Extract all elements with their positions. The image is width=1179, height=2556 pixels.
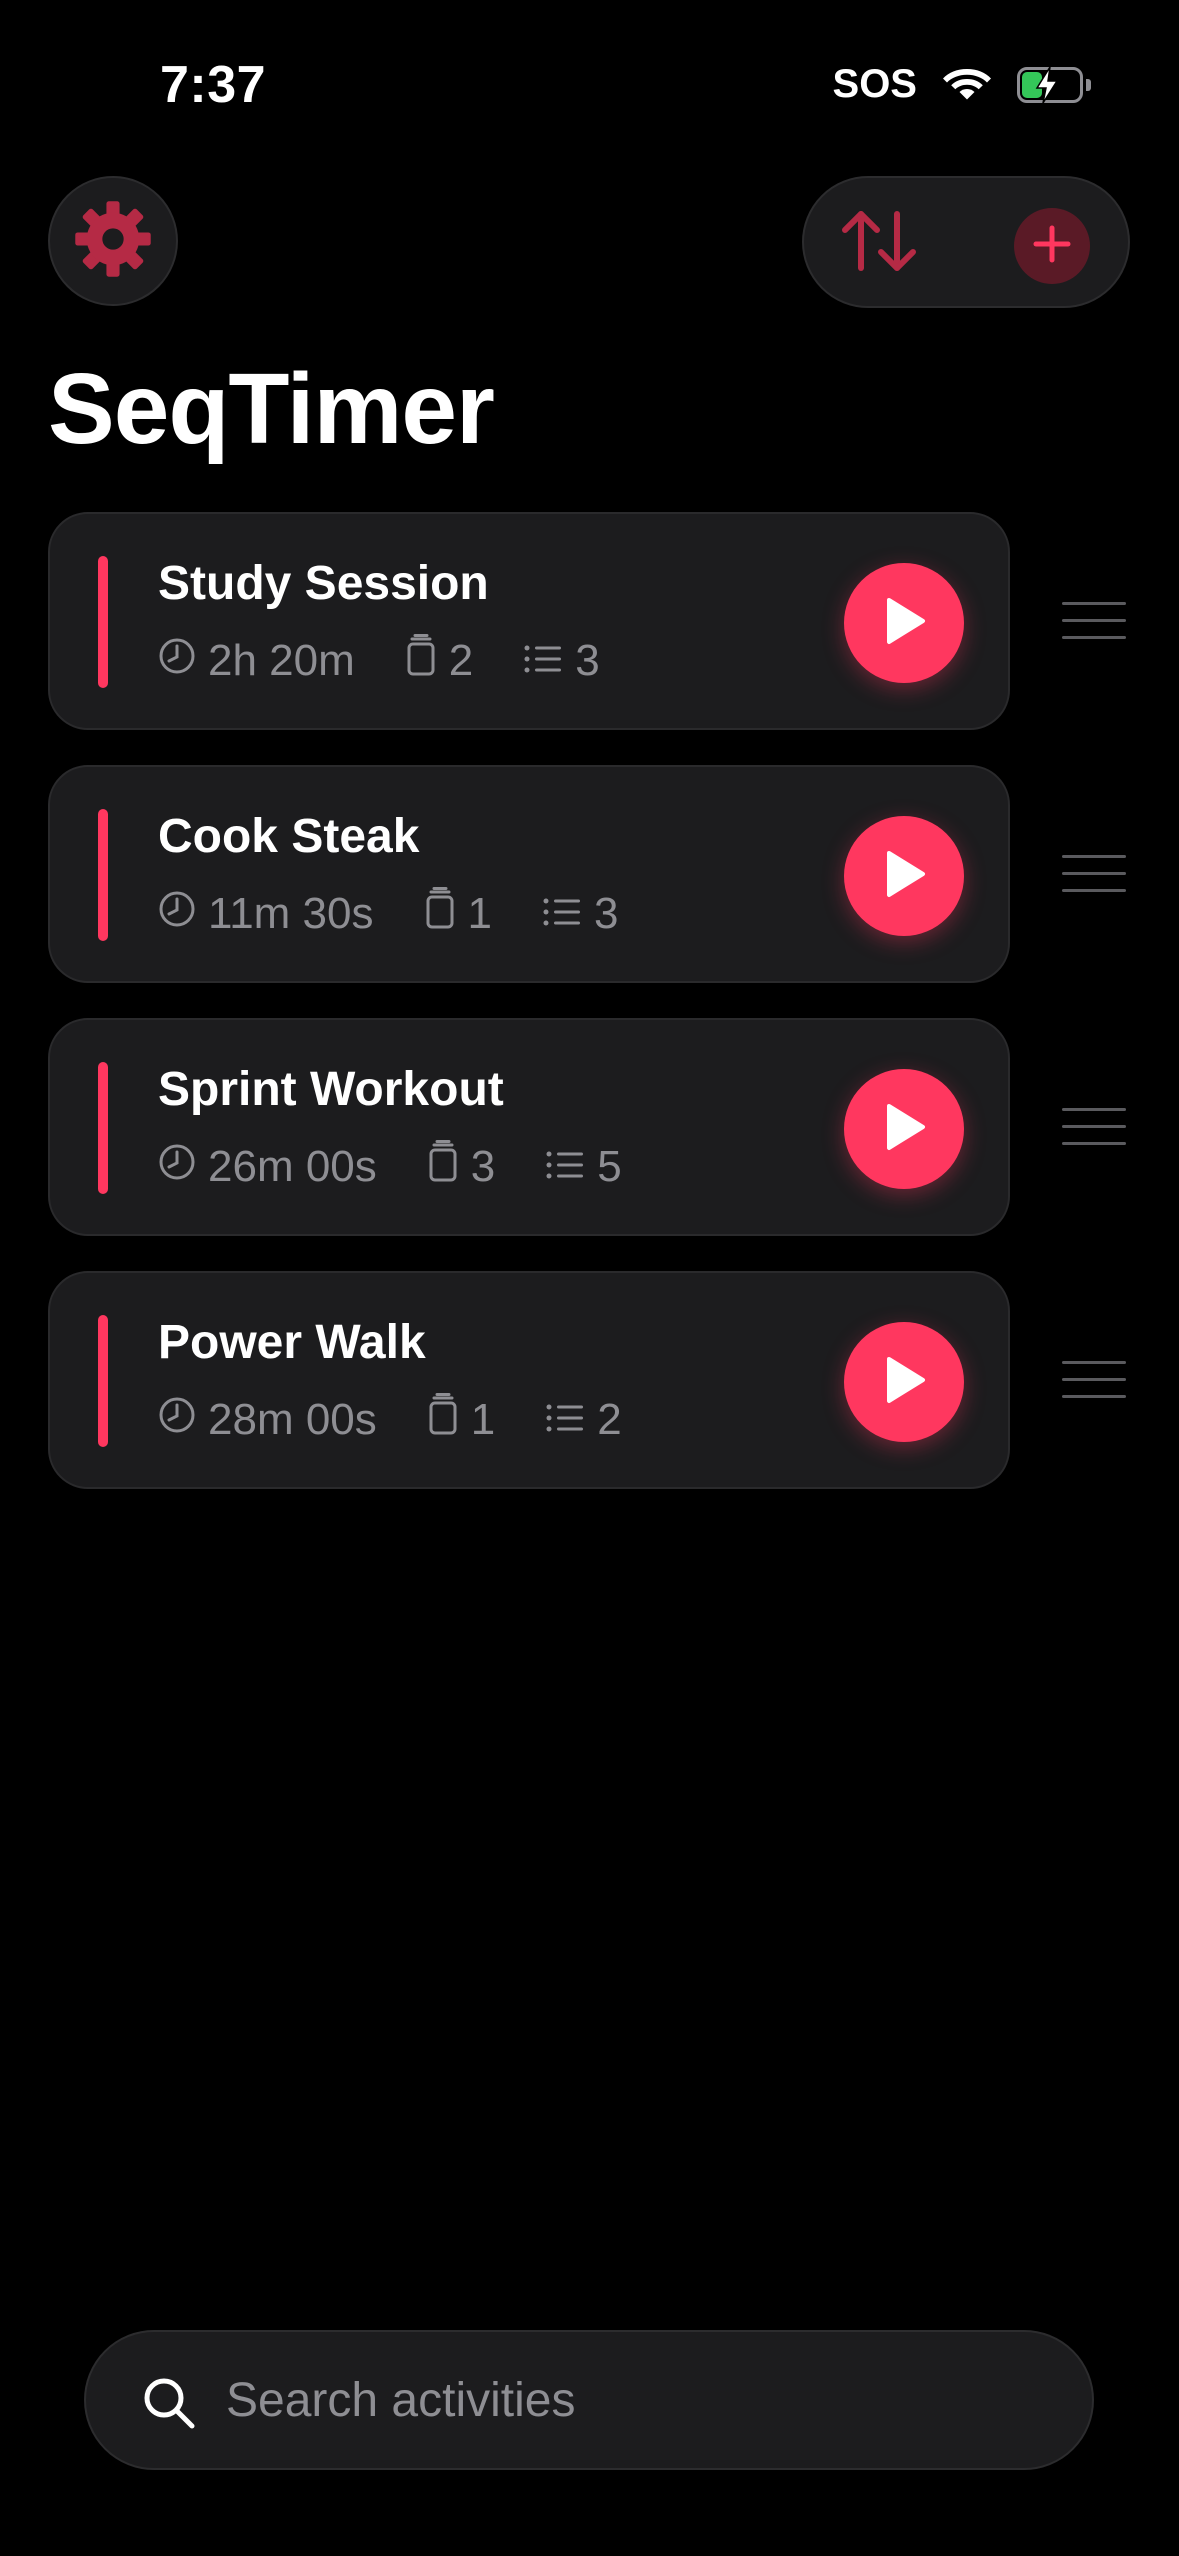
duration-info: 26m 00s (158, 1142, 377, 1192)
play-button[interactable] (844, 816, 964, 936)
settings-button[interactable] (48, 176, 178, 306)
drag-handle-icon[interactable] (1062, 602, 1126, 640)
timer-group-icon (424, 887, 456, 940)
activity-meta: 28m 00s 1 2 (158, 1393, 622, 1446)
wifi-icon (941, 63, 993, 106)
clock-icon (158, 1395, 196, 1445)
timer-group-icon (427, 1140, 459, 1193)
duration-info: 2h 20m (158, 636, 355, 686)
groups-count: 1 (467, 888, 492, 938)
steps-info: 3 (523, 635, 600, 686)
activity-accent-bar (98, 809, 108, 941)
steps-count: 3 (575, 635, 600, 685)
toolbar-pill (802, 176, 1130, 308)
play-button[interactable] (844, 563, 964, 683)
activity-meta: 11m 30s 1 3 (158, 887, 618, 940)
battery-icon (1017, 66, 1091, 103)
steps-info: 3 (542, 889, 618, 939)
duration-info: 28m 00s (158, 1395, 377, 1445)
groups-info: 1 (424, 887, 492, 940)
duration-value: 28m 00s (208, 1394, 377, 1444)
drag-handle-icon[interactable] (1062, 1108, 1126, 1146)
list-icon (523, 636, 563, 686)
play-button[interactable] (844, 1069, 964, 1189)
activity-title: Study Session (158, 557, 489, 610)
activity-title: Sprint Workout (158, 1063, 504, 1116)
status-bar: 7:37 SOS (0, 0, 1179, 170)
add-activity-button[interactable] (1014, 208, 1090, 284)
list-icon (545, 1395, 585, 1445)
search-bar[interactable] (84, 2330, 1094, 2470)
play-icon (881, 849, 927, 904)
duration-value: 26m 00s (208, 1141, 377, 1191)
activity-accent-bar (98, 1315, 108, 1447)
activity-card[interactable]: Power Walk 28m 00s 1 2 (48, 1271, 1010, 1489)
groups-count: 3 (470, 1141, 496, 1191)
list-item: Study Session 2h 20m 2 3 (48, 512, 1179, 730)
groups-count: 2 (448, 635, 474, 685)
steps-info: 5 (545, 1141, 622, 1192)
gear-icon (72, 198, 154, 285)
drag-handle-icon[interactable] (1062, 855, 1126, 893)
groups-info: 2 (405, 634, 473, 687)
steps-count: 5 (597, 1141, 622, 1191)
activity-title: Cook Steak (158, 810, 420, 863)
page-title: SeqTimer (48, 353, 495, 465)
clock-icon (158, 1142, 196, 1192)
activity-accent-bar (98, 1062, 108, 1194)
activity-title: Power Walk (158, 1316, 426, 1369)
play-icon (881, 1355, 927, 1410)
activity-card[interactable]: Sprint Workout 26m 00s 3 5 (48, 1018, 1010, 1236)
list-item: Sprint Workout 26m 00s 3 5 (48, 1018, 1179, 1236)
groups-info: 3 (427, 1140, 495, 1193)
magnifier-icon (142, 2376, 196, 2435)
steps-count: 3 (593, 888, 619, 938)
clock-icon (158, 636, 196, 686)
clock-icon (158, 889, 196, 939)
activity-card[interactable]: Cook Steak 11m 30s 1 3 (48, 765, 1010, 983)
timer-group-icon (427, 1393, 459, 1446)
sort-button[interactable] (834, 198, 924, 288)
groups-info: 1 (427, 1393, 495, 1446)
charging-bolt-icon (1035, 66, 1059, 103)
timer-group-icon (405, 634, 437, 687)
steps-count: 2 (597, 1394, 622, 1444)
list-icon (545, 1142, 585, 1192)
play-button[interactable] (844, 1322, 964, 1442)
duration-info: 11m 30s (158, 889, 374, 939)
duration-value: 2h 20m (208, 635, 355, 685)
play-icon (881, 1102, 927, 1157)
activity-meta: 2h 20m 2 3 (158, 634, 600, 687)
status-indicators: SOS (833, 62, 1091, 107)
steps-info: 2 (545, 1394, 622, 1445)
groups-count: 1 (470, 1394, 496, 1444)
duration-value: 11m 30s (208, 888, 374, 938)
sort-arrows-icon (841, 208, 917, 279)
carrier-status: SOS (832, 62, 917, 106)
drag-handle-icon[interactable] (1062, 1361, 1126, 1399)
activity-accent-bar (98, 556, 108, 688)
activity-card[interactable]: Study Session 2h 20m 2 3 (48, 512, 1010, 730)
list-item: Power Walk 28m 00s 1 2 (48, 1271, 1179, 1489)
status-time: 7:37 (160, 56, 267, 114)
plus-icon (1032, 224, 1072, 269)
activity-meta: 26m 00s 3 5 (158, 1140, 622, 1193)
search-input[interactable] (226, 2362, 1046, 2438)
list-icon (542, 889, 582, 939)
play-icon (881, 596, 927, 651)
list-item: Cook Steak 11m 30s 1 3 (48, 765, 1179, 983)
